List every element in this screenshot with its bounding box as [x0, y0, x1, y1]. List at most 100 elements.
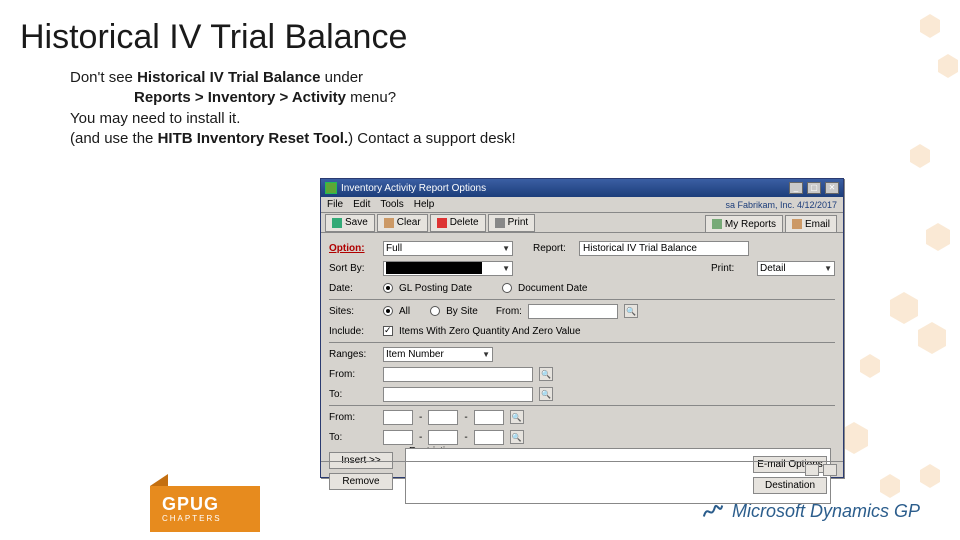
myreports-button[interactable]: My Reports — [705, 215, 783, 233]
to-label: To: — [329, 389, 377, 400]
body-line2-post: menu? — [346, 89, 396, 106]
app-icon — [325, 182, 337, 194]
email-label: Email — [805, 219, 830, 230]
include-zero-checkbox[interactable] — [383, 326, 393, 336]
print-select[interactable]: Detail▼ — [757, 261, 835, 276]
to2c[interactable] — [474, 430, 504, 445]
gpug-sub: CHAPTERS — [162, 514, 222, 523]
print-button[interactable]: Print — [488, 214, 536, 232]
body-line1-pre: Don't see — [70, 69, 137, 86]
lookup-from-icon[interactable]: 🔍 — [539, 367, 553, 381]
to2-label: To: — [329, 432, 377, 443]
email-button[interactable]: Email — [785, 215, 837, 233]
to2a[interactable] — [383, 430, 413, 445]
minimize-button[interactable]: _ — [789, 182, 803, 194]
body-line4-pre: (and use the — [70, 130, 158, 147]
status-icon-2[interactable] — [823, 464, 837, 476]
menu-help[interactable]: Help — [414, 199, 435, 210]
site-by-radio[interactable] — [430, 306, 440, 316]
site-all-label: All — [399, 306, 410, 317]
chevron-down-icon: ▼ — [482, 350, 490, 359]
option-value: Full — [386, 243, 402, 254]
print-icon — [495, 218, 505, 228]
option-label: Option: — [329, 243, 377, 254]
report-field: Historical IV Trial Balance — [579, 241, 749, 256]
chevron-down-icon: ▼ — [502, 264, 510, 273]
glposting-radio[interactable] — [383, 283, 393, 293]
menu-edit[interactable]: Edit — [353, 199, 370, 210]
divider — [329, 299, 835, 300]
from2c[interactable] — [474, 410, 504, 425]
from-field[interactable] — [383, 367, 533, 382]
lookup-to2-icon[interactable]: 🔍 — [510, 430, 524, 444]
from2a[interactable] — [383, 410, 413, 425]
glposting-radio-label: GL Posting Date — [399, 283, 472, 294]
site-from-field[interactable] — [528, 304, 618, 319]
report-label: Report: — [533, 243, 573, 254]
body-line3: You may need to install it. — [70, 110, 240, 127]
print-label: Print — [508, 217, 529, 228]
chevron-down-icon: ▼ — [502, 244, 510, 253]
report-value: Historical IV Trial Balance — [583, 243, 697, 254]
option-select[interactable]: Full ▼ — [383, 241, 513, 256]
delete-button[interactable]: Delete — [430, 214, 486, 232]
slide-body: Don't see Historical IV Trial Balance un… — [70, 68, 516, 149]
report-options-window: Inventory Activity Report Options _ ▢ ✕ … — [320, 178, 844, 478]
include-zero-label: Items With Zero Quantity And Zero Value — [399, 326, 581, 337]
sites-label: Sites: — [329, 306, 377, 317]
body-line2-bold: Reports > Inventory > Activity — [134, 89, 346, 106]
mail-icon — [792, 219, 802, 229]
divider — [329, 342, 835, 343]
lookup-from2-icon[interactable]: 🔍 — [510, 410, 524, 424]
user-context: sa Fabrikam, Inc. 4/12/2017 — [725, 200, 837, 210]
clear-label: Clear — [397, 217, 421, 228]
chevron-down-icon: ▼ — [824, 264, 832, 273]
from-label: From: — [329, 369, 377, 380]
date-label: Date: — [329, 283, 377, 294]
save-label: Save — [345, 217, 368, 228]
from-inline-label: From: — [496, 306, 522, 317]
slide-title: Historical IV Trial Balance — [20, 18, 407, 57]
gpug-badge: GPUG CHAPTERS — [150, 486, 260, 532]
body-line4-post: ) Contact a support desk! — [348, 130, 516, 147]
from2b[interactable] — [428, 410, 458, 425]
sortby-label: Sort By: — [329, 263, 377, 274]
maximize-button[interactable]: ▢ — [807, 182, 821, 194]
titlebar[interactable]: Inventory Activity Report Options _ ▢ ✕ — [321, 179, 843, 197]
menu-file[interactable]: File — [327, 199, 343, 210]
divider — [329, 405, 835, 406]
clear-icon — [384, 218, 394, 228]
site-all-radio[interactable] — [383, 306, 393, 316]
body-line1-bold: Historical IV Trial Balance — [137, 69, 320, 86]
include-label: Include: — [329, 326, 377, 337]
to2b[interactable] — [428, 430, 458, 445]
gpug-text: GPUG — [162, 494, 219, 515]
close-button[interactable]: ✕ — [825, 182, 839, 194]
status-icon-1[interactable] — [805, 464, 819, 476]
destination-button[interactable]: Destination — [753, 477, 827, 494]
site-by-label: By Site — [446, 306, 478, 317]
save-button[interactable]: Save — [325, 214, 375, 232]
ranges-select[interactable]: Item Number ▼ — [383, 347, 493, 362]
ranges-label: Ranges: — [329, 349, 377, 360]
body-line4-bold: HITB Inventory Reset Tool. — [158, 130, 349, 147]
to-field[interactable] — [383, 387, 533, 402]
clear-button[interactable]: Clear — [377, 214, 428, 232]
window-title: Inventory Activity Report Options — [341, 183, 785, 194]
delete-label: Delete — [450, 217, 479, 228]
menu-tools[interactable]: Tools — [380, 199, 403, 210]
menubar: File Edit Tools Help sa Fabrikam, Inc. 4… — [321, 197, 843, 213]
sortby-select[interactable]: ▼ — [383, 261, 513, 276]
ranges-value: Item Number — [386, 349, 444, 360]
docdate-radio[interactable] — [502, 283, 512, 293]
report-icon — [712, 219, 722, 229]
from2-label: From: — [329, 412, 377, 423]
myreports-label: My Reports — [725, 219, 776, 230]
lookup-to-icon[interactable]: 🔍 — [539, 387, 553, 401]
lookup-site-icon[interactable]: 🔍 — [624, 304, 638, 318]
gpug-tab — [150, 474, 168, 486]
delete-icon — [437, 218, 447, 228]
statusbar — [321, 461, 843, 477]
print-label: Print: — [711, 263, 751, 274]
body-line1-post: under — [321, 69, 364, 86]
